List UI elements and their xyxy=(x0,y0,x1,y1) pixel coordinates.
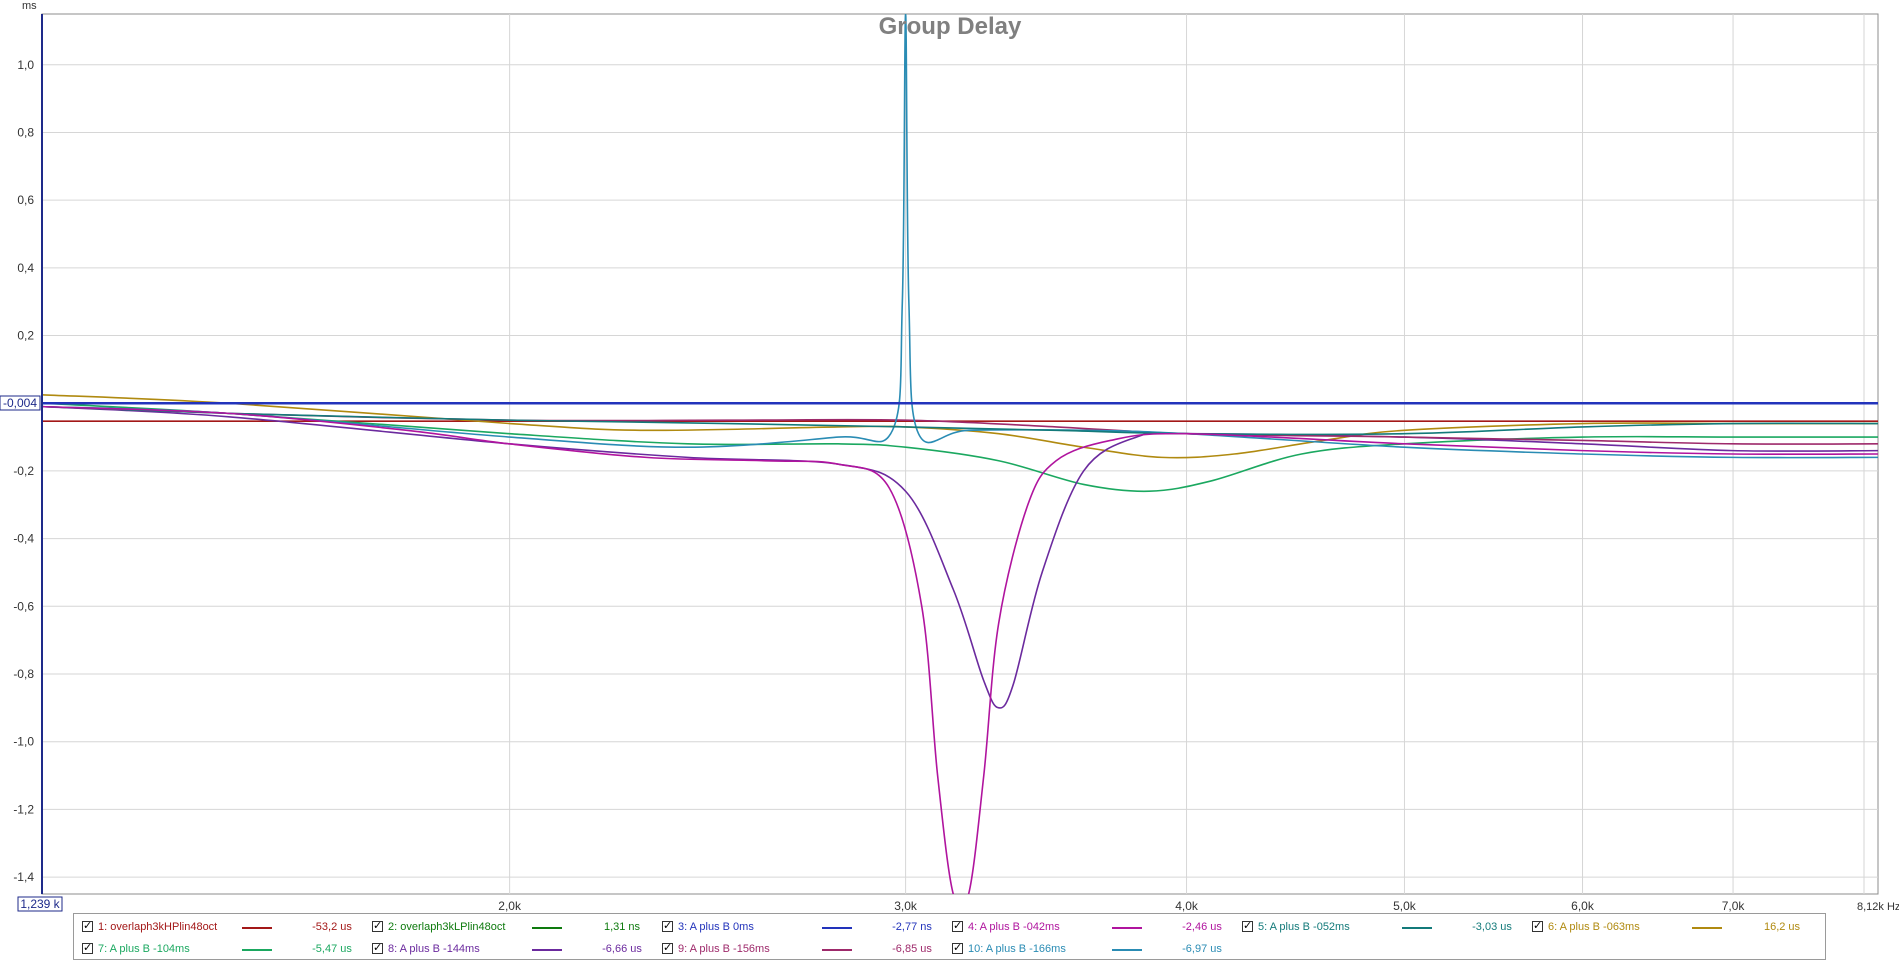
y-unit-label: ms xyxy=(22,0,37,12)
y-tick-label: -0,2 xyxy=(13,464,34,478)
x-tick-label: 5,0k xyxy=(1393,899,1417,913)
y-tick-label: -0,6 xyxy=(13,599,34,613)
legend-series-name: 10: A plus B -166ms xyxy=(968,943,1066,955)
y-tick-label: -0,8 xyxy=(13,667,34,681)
legend-line-swatch xyxy=(532,927,562,929)
x-tick-label: 7,0k xyxy=(1722,899,1746,913)
y-tick-label: 0,4 xyxy=(17,261,34,275)
legend-value: 16,2 us xyxy=(1763,921,1801,933)
y-tick-label: 0,8 xyxy=(17,125,34,139)
legend-checkbox[interactable]: ✓ xyxy=(952,921,963,932)
legend-checkbox[interactable]: ✓ xyxy=(372,943,383,954)
legend-item[interactable]: ✓ 2: overlaph3kLPlin48oct 1,31 ns xyxy=(372,917,657,937)
legend-value: -6,66 us xyxy=(602,943,642,955)
y-tick-label: 0,6 xyxy=(17,193,34,207)
svg-text:-0,004: -0,004 xyxy=(3,396,37,410)
legend-item[interactable]: ✓ 1: overlaph3kHPlin48oct -53,2 us xyxy=(82,917,367,937)
legend-value: -2,77 ns xyxy=(892,921,932,933)
legend-checkbox[interactable]: ✓ xyxy=(82,943,93,954)
legend-value: -53,2 us xyxy=(312,921,352,933)
legend-checkbox[interactable]: ✓ xyxy=(662,943,673,954)
legend-line-swatch xyxy=(1112,927,1142,929)
x-tick-label: 3,0k xyxy=(894,899,918,913)
legend-series-name: 9: A plus B -156ms xyxy=(678,943,770,955)
legend-series-name: 7: A plus B -104ms xyxy=(98,943,190,955)
group-delay-chart: 1,0 0,8 0,6 0,4 0,2 -0,2 -0,4 -0,6 -0,8 -1,0 -1,2 -… xyxy=(0,0,1899,913)
x-tick-label: 2,0k xyxy=(498,899,522,913)
legend-series-name: 4: A plus B -042ms xyxy=(968,921,1060,933)
y-tick-label: -1,2 xyxy=(13,802,34,816)
legend-line-swatch xyxy=(242,927,272,929)
legend-checkbox[interactable]: ✓ xyxy=(952,943,963,954)
legend-series-name: 5: A plus B -052ms xyxy=(1258,921,1350,933)
x-tick-label: 4,0k xyxy=(1175,899,1199,913)
legend-item[interactable]: ✓ 4: A plus B -042ms -2,46 us xyxy=(952,917,1237,937)
legend-line-swatch xyxy=(1692,927,1722,929)
legend-series-name: 1: overlaph3kHPlin48oct xyxy=(98,921,218,933)
legend-series-name: 3: A plus B 0ms xyxy=(678,921,754,933)
legend-series-name: 6: A plus B -063ms xyxy=(1548,921,1640,933)
legend-line-swatch xyxy=(532,949,562,951)
legend-item[interactable]: ✓ 7: A plus B -104ms -5,47 us xyxy=(82,939,367,959)
legend-value: -6,97 us xyxy=(1182,943,1222,955)
x-cursor-box[interactable]: 1,239 k xyxy=(17,896,63,912)
y-axis-ticks: 1,0 0,8 0,6 0,4 0,2 -0,2 -0,4 -0,6 -0,8 -1,0 -1,2 -… xyxy=(13,58,34,884)
y-tick-label: -1,0 xyxy=(13,735,34,749)
y-tick-label: -0,4 xyxy=(13,532,34,546)
legend-item[interactable]: ✓ 9: A plus B -156ms -6,85 us xyxy=(662,939,947,959)
legend-item[interactable]: ✓ 5: A plus B -052ms -3,03 us xyxy=(1242,917,1527,937)
legend-value: 1,31 ns xyxy=(603,921,641,933)
y-tick-label: 0,2 xyxy=(17,329,34,343)
legend-value: -6,85 us xyxy=(892,943,932,955)
legend-value: -5,47 us xyxy=(312,943,352,955)
legend-series-name: 2: overlaph3kLPlin48oct xyxy=(388,921,506,933)
legend-checkbox[interactable]: ✓ xyxy=(82,921,93,932)
legend-line-swatch xyxy=(822,927,852,929)
legend-item[interactable]: ✓ 10: A plus B -166ms -6,97 us xyxy=(952,939,1237,959)
legend-value: -3,03 us xyxy=(1472,921,1512,933)
legend-line-swatch xyxy=(1402,927,1432,929)
legend-line-swatch xyxy=(1112,949,1142,951)
x-tick-label: 6,0k xyxy=(1571,899,1595,913)
legend-checkbox[interactable]: ✓ xyxy=(1532,921,1543,932)
y-cursor-box[interactable]: -0,004 xyxy=(0,395,41,411)
legend-line-swatch xyxy=(242,949,272,951)
legend-item[interactable]: ✓ 3: A plus B 0ms -2,77 ns xyxy=(662,917,947,937)
legend-line-swatch xyxy=(822,949,852,951)
x-axis-ticks: 2,0k 3,0k 4,0k 5,0k 6,0k 7,0k xyxy=(498,899,1745,913)
legend-checkbox[interactable]: ✓ xyxy=(372,921,383,932)
chart-title: Group Delay xyxy=(879,13,1022,40)
x-end-label: 8,12k Hz xyxy=(1857,901,1899,913)
legend-series-name: 8: A plus B -144ms xyxy=(388,943,480,955)
legend-item[interactable]: ✓ 8: A plus B -144ms -6,66 us xyxy=(372,939,657,959)
legend-item[interactable]: ✓ 6: A plus B -063ms 16,2 us xyxy=(1532,917,1817,937)
y-tick-label: -1,4 xyxy=(13,870,34,884)
y-tick-label: 1,0 xyxy=(17,58,34,72)
legend: ✓ 1: overlaph3kHPlin48oct -53,2 us ✓ 2: over… xyxy=(73,913,1826,960)
legend-checkbox[interactable]: ✓ xyxy=(662,921,673,932)
legend-checkbox[interactable]: ✓ xyxy=(1242,921,1253,932)
legend-value: -2,46 us xyxy=(1182,921,1222,933)
svg-text:1,239 k: 1,239 k xyxy=(20,897,60,911)
